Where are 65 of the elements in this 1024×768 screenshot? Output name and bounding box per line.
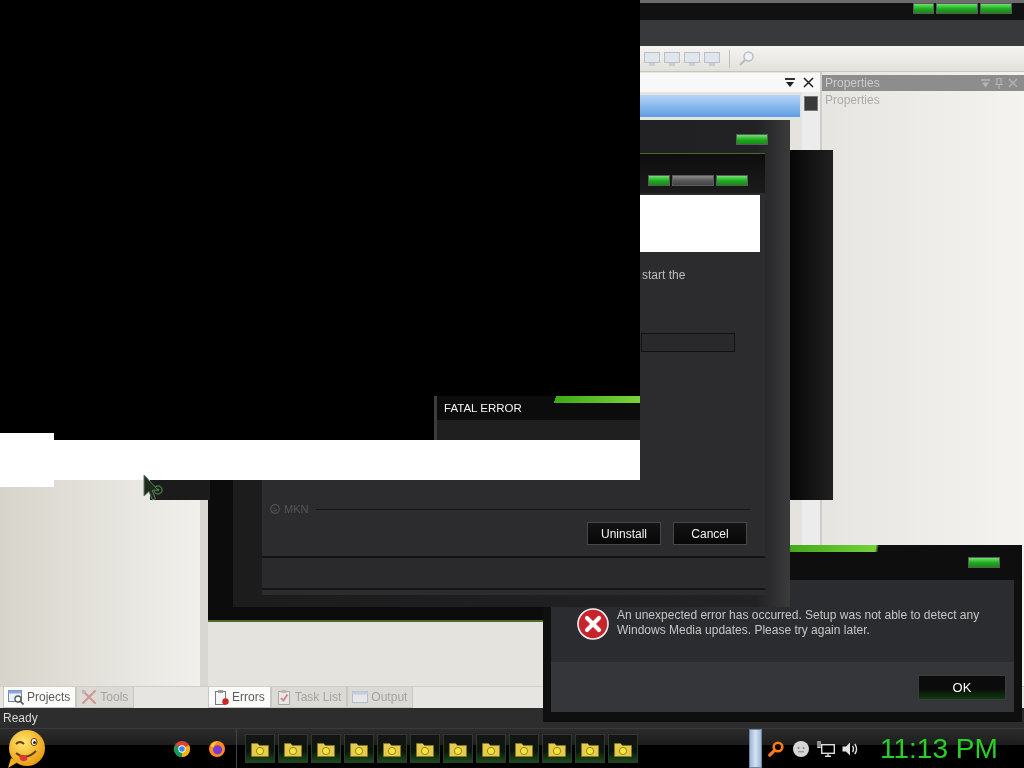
- clock: 11:13 PM: [880, 734, 998, 763]
- close-button[interactable]: [736, 134, 768, 145]
- folder-icon: [581, 740, 599, 757]
- circle-icon: [270, 504, 280, 514]
- browser-logo-icon[interactable]: [209, 740, 225, 757]
- status-text: Ready: [3, 711, 38, 725]
- crossed-tools-icon: [81, 689, 98, 705]
- folder-icon: [416, 740, 434, 757]
- start-button[interactable]: [6, 729, 46, 768]
- emoji-icon: [6, 729, 46, 768]
- pointer-icon: [143, 474, 159, 502]
- instruction-text: start the: [642, 268, 686, 282]
- taskbar-button[interactable]: [443, 734, 473, 763]
- taskbar-button[interactable]: [344, 734, 374, 763]
- ok-button[interactable]: OK: [918, 675, 1006, 700]
- cancel-button[interactable]: Cancel: [673, 522, 747, 545]
- folder-icon: [449, 740, 467, 757]
- error-message: An unexpected error has occurred. Setup was not able to detect any Windows Media updates. Please try again later.: [617, 608, 981, 638]
- folder-icon: [350, 740, 368, 757]
- maximize-button[interactable]: [936, 3, 978, 14]
- maximize-button[interactable]: [672, 175, 714, 186]
- error-icon: [577, 608, 609, 640]
- close-button[interactable]: [980, 3, 1012, 14]
- folder-icon: [284, 740, 302, 757]
- close-button[interactable]: [716, 175, 748, 186]
- search-icon[interactable]: [768, 740, 784, 757]
- panel-text: Properties: [824, 92, 881, 109]
- taskbar-button[interactable]: [476, 734, 506, 763]
- folder-icon: [317, 740, 335, 757]
- taskbar-button[interactable]: [575, 734, 605, 763]
- taskbar-button[interactable]: [542, 734, 572, 763]
- network-icon[interactable]: [817, 740, 835, 757]
- folder-icon: [383, 740, 401, 757]
- folder-icon: [482, 740, 500, 757]
- folder-icon: [548, 740, 566, 757]
- taskbar-button[interactable]: [311, 734, 341, 763]
- folder-icon: [614, 740, 632, 757]
- panel-title: Properties: [825, 76, 881, 90]
- taskbar-button[interactable]: [245, 734, 275, 763]
- taskbar-button[interactable]: [377, 734, 407, 763]
- folder-icon: [515, 740, 533, 757]
- minimize-button[interactable]: [913, 3, 934, 14]
- window-icon: [352, 689, 369, 705]
- dialog-title: FATAL ERROR: [444, 402, 522, 414]
- input-field[interactable]: [641, 333, 735, 352]
- volume-icon[interactable]: [842, 740, 858, 757]
- panel-tab[interactable]: Projects: [3, 687, 77, 708]
- taskbar-button[interactable]: [608, 734, 638, 763]
- smiley-icon[interactable]: [793, 740, 809, 757]
- taskbar-button[interactable]: [410, 734, 440, 763]
- dropdown-icon[interactable]: [785, 77, 795, 88]
- clipboard-error-icon: [213, 689, 229, 705]
- folder-icon: [251, 740, 269, 757]
- close-button[interactable]: [968, 557, 1000, 568]
- panel-tab[interactable]: Errors: [208, 687, 271, 708]
- taskbar-grip[interactable]: [749, 729, 762, 768]
- minimize-button[interactable]: [648, 175, 670, 186]
- browser-logo-icon[interactable]: [174, 740, 190, 757]
- taskbar-button[interactable]: [509, 734, 539, 763]
- close-icon[interactable]: [803, 77, 814, 88]
- scroll-button[interactable]: [804, 96, 818, 111]
- clipboard-check-icon: [275, 689, 292, 705]
- window-search-icon: [8, 689, 24, 705]
- uninstall-button[interactable]: Uninstall: [587, 522, 661, 545]
- taskbar-button[interactable]: [278, 734, 308, 763]
